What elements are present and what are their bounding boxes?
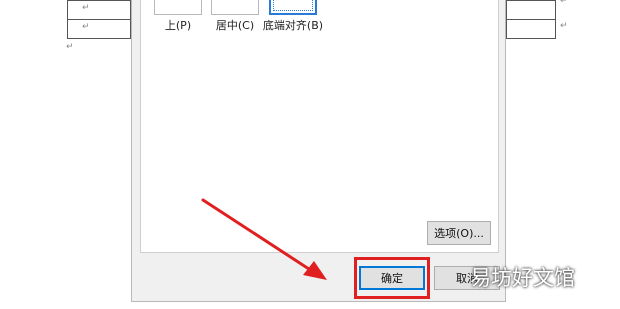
watermark-text: 易坊好文馆 bbox=[470, 266, 575, 290]
